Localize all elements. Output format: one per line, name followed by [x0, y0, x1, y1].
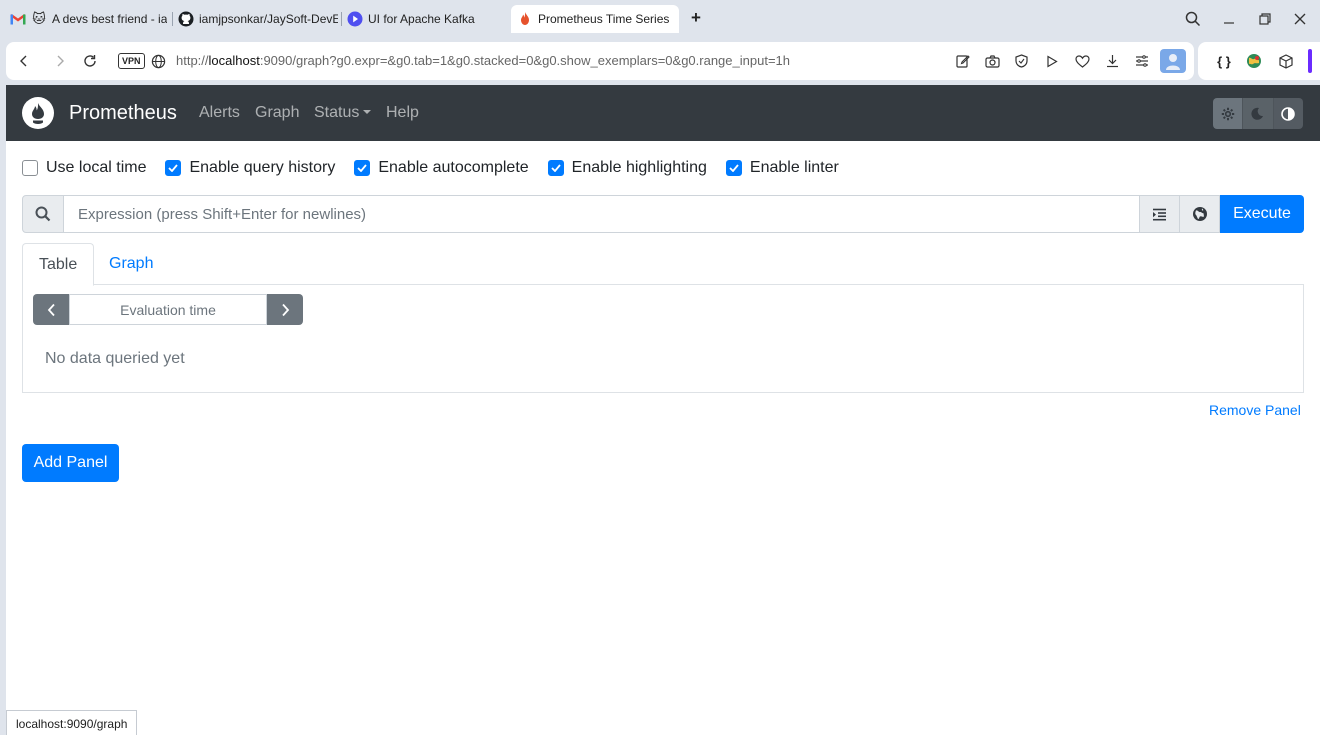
theme-light-button[interactable] [1213, 98, 1244, 129]
vpn-badge[interactable]: VPN [118, 53, 145, 69]
status-bar-url: localhost:9090/graph [6, 710, 138, 735]
option-highlighting[interactable]: Enable highlighting [547, 159, 707, 177]
minimize-icon[interactable] [1219, 9, 1239, 29]
url-scheme: http:// [176, 53, 209, 68]
close-window-icon[interactable] [1290, 9, 1310, 29]
nav-status-label: Status [314, 104, 360, 121]
chevron-left-icon [47, 303, 55, 316]
eval-prev-button[interactable] [33, 294, 69, 325]
camera-icon[interactable] [983, 52, 1001, 70]
checkbox-linter[interactable] [725, 160, 742, 176]
sidebar-accent [1308, 49, 1312, 73]
remove-panel-link[interactable]: Remove Panel [1209, 402, 1301, 418]
option-query-history[interactable]: Enable query history [165, 159, 335, 177]
easy-setup-icon[interactable] [1133, 52, 1151, 70]
checkbox-local-time[interactable] [22, 160, 38, 176]
tab-search-icon[interactable] [1183, 9, 1203, 29]
address-bar-row: VPN http://localhost:9090/graph?g0.expr=… [6, 42, 1194, 80]
download-icon[interactable] [1103, 52, 1121, 70]
extensions-bar: { } [1198, 42, 1320, 80]
new-tab-button[interactable]: + [687, 9, 705, 28]
reload-icon[interactable] [80, 51, 100, 71]
option-autocomplete[interactable]: Enable autocomplete [354, 159, 529, 177]
add-panel-button[interactable]: Add Panel [22, 444, 119, 482]
option-label: Use local time [46, 159, 147, 176]
play-icon[interactable] [1043, 52, 1061, 70]
gear-icon [1221, 107, 1234, 120]
option-linter[interactable]: Enable linter [725, 159, 839, 177]
nav-graph[interactable]: Graph [255, 104, 299, 122]
eval-next-button[interactable] [267, 294, 303, 325]
profile-avatar-icon[interactable] [1160, 49, 1186, 73]
checkbox-highlighting[interactable] [547, 160, 564, 176]
execute-button[interactable]: Execute [1220, 195, 1304, 233]
check-icon [729, 164, 739, 172]
option-local-time[interactable]: Use local time [22, 159, 146, 177]
check-icon [551, 164, 561, 172]
globe-icon [1192, 207, 1207, 221]
edit-page-icon[interactable] [954, 52, 972, 70]
url-text[interactable]: http://localhost:9090/graph?g0.expr=&g0.… [176, 53, 790, 68]
nav-alerts[interactable]: Alerts [199, 104, 240, 122]
url-host: localhost [208, 53, 260, 68]
chevron-right-icon [281, 303, 289, 316]
metrics-explorer-button[interactable] [1180, 195, 1220, 233]
check-icon [357, 164, 368, 172]
globe-icon[interactable] [148, 51, 168, 71]
option-label: Enable highlighting [571, 159, 707, 176]
indent-icon [1153, 208, 1166, 220]
browser-tab-strip: 🐱 A devs best friend - ia iamjpsonkar/Ja… [0, 0, 1320, 38]
globe-extension-icon[interactable] [1245, 52, 1263, 70]
panel-tabs: Table Graph [22, 243, 1304, 286]
option-label: Enable query history [189, 159, 336, 176]
evaluation-time-picker [33, 294, 303, 325]
tab-table[interactable]: Table [22, 243, 95, 286]
nav-status-dropdown[interactable]: Status [314, 104, 372, 122]
search-icon [22, 195, 64, 233]
github-icon [178, 11, 194, 27]
expression-bar: Execute [22, 195, 1304, 233]
forward-icon[interactable] [50, 51, 70, 71]
check-icon [168, 164, 179, 172]
gmail-icon [10, 11, 26, 27]
checkbox-query-history[interactable] [165, 160, 182, 176]
nav-help[interactable]: Help [386, 104, 419, 122]
moon-icon [1251, 107, 1264, 120]
theme-dark-button[interactable] [1243, 98, 1274, 129]
browser-tab-github[interactable]: iamjpsonkar/JaySoft-DevE [178, 5, 338, 33]
evaluation-time-input[interactable] [69, 294, 267, 325]
caret-down-icon [363, 109, 372, 114]
url-path: :9090/graph?g0.expr=&g0.tab=1&g0.stacked… [259, 53, 790, 68]
tab-graph[interactable]: Graph [93, 243, 169, 285]
prometheus-page: Prometheus Alerts Graph Status Help Use … [6, 85, 1320, 735]
tab-separator [172, 12, 173, 26]
heart-icon[interactable] [1073, 52, 1091, 70]
format-expression-button[interactable] [1140, 195, 1180, 233]
restore-icon[interactable] [1255, 9, 1275, 29]
checkbox-autocomplete[interactable] [354, 160, 371, 176]
prometheus-logo-icon[interactable] [22, 97, 54, 129]
kafka-ui-icon [347, 11, 363, 27]
browser-tab-kafka-ui[interactable]: UI for Apache Kafka [347, 5, 505, 33]
browser-tab-gmail[interactable]: 🐱 A devs best friend - ia [10, 5, 168, 33]
back-icon[interactable] [14, 51, 34, 71]
no-data-message: No data queried yet [45, 350, 185, 367]
cat-emoji-icon: 🐱 [32, 11, 46, 26]
cube-extension-icon[interactable] [1277, 52, 1295, 70]
navbar: Prometheus Alerts Graph Status Help [6, 85, 1320, 141]
contrast-icon [1281, 106, 1296, 121]
prometheus-icon [517, 11, 533, 27]
theme-auto-button[interactable] [1273, 98, 1303, 129]
brand-name[interactable]: Prometheus [69, 102, 177, 125]
shield-icon[interactable] [1012, 52, 1030, 70]
option-label: Enable autocomplete [378, 159, 529, 176]
theme-toggle-group [1213, 98, 1303, 129]
table-panel: No data queried yet [22, 284, 1304, 393]
browser-tab-prometheus[interactable]: Prometheus Time Series C [511, 5, 679, 33]
expression-input[interactable] [64, 195, 1140, 233]
option-label: Enable linter [749, 159, 839, 176]
query-options: Use local time Enable query history Enab… [22, 157, 858, 179]
tab-separator [341, 12, 342, 26]
json-extension-icon[interactable]: { } [1213, 52, 1235, 70]
